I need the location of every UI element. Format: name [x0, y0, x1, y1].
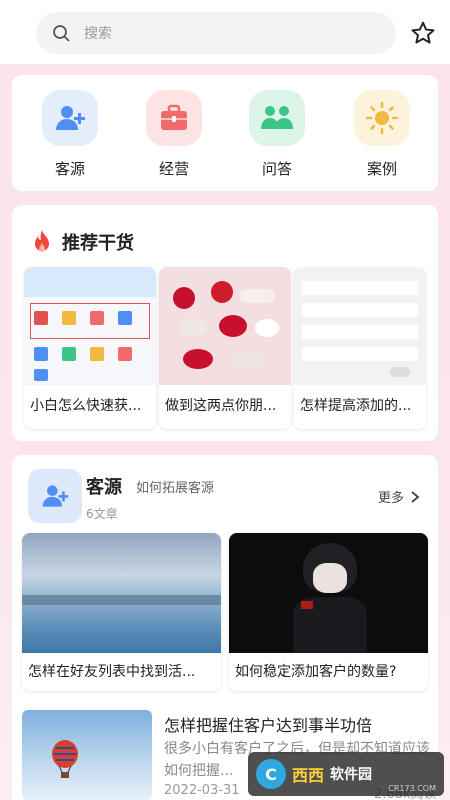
article-caption: 怎样提高添加的...	[300, 398, 412, 414]
quick-nav-label: 问答	[261, 160, 292, 178]
quick-nav-label: 案例	[366, 160, 397, 178]
article-caption: 怎样在好友列表中找到活...	[28, 664, 196, 680]
search-box[interactable]: 搜索	[36, 12, 396, 54]
list-item-title: 怎样把握住客户达到事半功倍	[164, 716, 373, 735]
article-thumbnail	[294, 267, 426, 385]
watermark: C 西西 软件园 CR173.COM	[248, 752, 444, 796]
article-caption: 做到这两点你朋...	[165, 398, 277, 414]
category-title: 客源	[86, 477, 122, 498]
watermark-logo-icon: C	[256, 759, 286, 789]
recommend-article-card[interactable]: 做到这两点你朋...	[159, 267, 291, 429]
users-icon	[249, 90, 305, 146]
article-caption: 小白怎么快速获...	[30, 398, 142, 414]
recommend-article-card[interactable]: 小白怎么快速获...	[24, 267, 156, 429]
category-card: 客源 如何拓展客源 6文章 更多 怎样在好友列表中找到活... 如何稳定添加客户…	[12, 455, 438, 800]
article-thumbnail	[229, 533, 428, 653]
watermark-brand: 西西	[292, 766, 325, 785]
article-caption: 如何稳定添加客户的数量?	[235, 664, 397, 680]
quick-nav-item-customer[interactable]: 客源	[30, 90, 110, 179]
add-user-icon	[28, 469, 82, 523]
quick-nav-item-business[interactable]: 经营	[134, 90, 214, 179]
article-thumbnail	[24, 267, 156, 385]
list-item-date: 2022-03-31	[164, 783, 240, 798]
briefcase-icon	[146, 90, 202, 146]
sun-icon	[354, 90, 410, 146]
watermark-sub: 软件园	[330, 767, 373, 783]
more-label: 更多	[378, 491, 405, 506]
watermark-url: CR173.COM	[388, 784, 436, 793]
search-icon	[53, 25, 70, 42]
quick-nav-label: 经营	[158, 160, 189, 178]
recommend-article-card[interactable]: 怎样提高添加的...	[294, 267, 426, 429]
quick-nav-label: 客源	[54, 160, 85, 178]
add-user-icon	[42, 90, 98, 146]
quick-nav-item-cases[interactable]: 案例	[342, 90, 422, 179]
balloon-icon	[52, 740, 78, 778]
category-article-count: 6文章	[86, 507, 118, 521]
search-placeholder: 搜索	[84, 26, 112, 42]
article-thumbnail	[159, 267, 291, 385]
recommend-header: 推荐干货	[30, 229, 134, 255]
top-bar: 搜索	[0, 0, 450, 64]
quick-nav-item-qa[interactable]: 问答	[237, 90, 317, 179]
category-article-card[interactable]: 怎样在好友列表中找到活...	[22, 533, 221, 691]
fire-icon	[35, 230, 49, 252]
chevron-right-icon	[411, 490, 420, 503]
category-subtitle: 如何拓展客源	[136, 481, 215, 496]
article-thumbnail	[22, 533, 221, 653]
quick-nav-card: 客源 经营 问答 案例	[12, 75, 438, 191]
more-button[interactable]: 更多	[378, 487, 422, 506]
recommend-card: 推荐干货 小白怎么快速获... 做到这两点你朋... 怎样提高添加的...	[12, 205, 438, 441]
recommend-title: 推荐干货	[62, 233, 134, 254]
article-thumbnail	[22, 710, 152, 800]
star-icon[interactable]	[410, 20, 436, 46]
category-article-card[interactable]: 如何稳定添加客户的数量?	[229, 533, 428, 691]
